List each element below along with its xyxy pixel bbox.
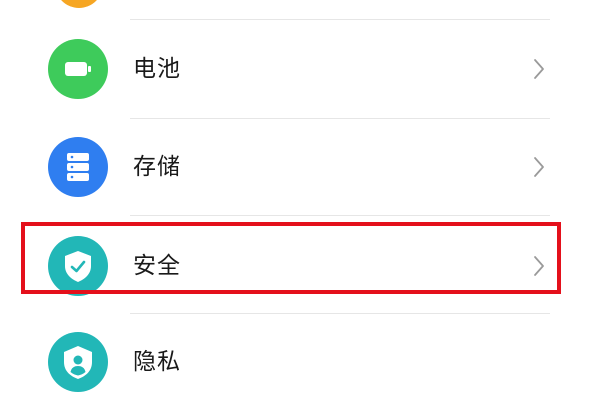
settings-item-battery[interactable]: 电池 xyxy=(0,20,597,116)
settings-item-label: 隐私 xyxy=(133,349,181,375)
settings-item-security[interactable]: 安全 xyxy=(0,216,597,312)
settings-list: 电池 存储 安全 隐私 xyxy=(0,0,597,402)
settings-item-label: 电池 xyxy=(133,56,181,82)
chevron-right-icon xyxy=(531,156,547,178)
privacy-icon xyxy=(48,332,108,392)
battery-icon xyxy=(48,39,108,99)
shield-check-icon xyxy=(48,236,108,296)
settings-item-label: 存储 xyxy=(133,154,181,180)
chevron-right-icon xyxy=(531,255,547,277)
storage-icon xyxy=(48,137,108,197)
settings-item-storage[interactable]: 存储 xyxy=(0,119,597,215)
partial-settings-icon xyxy=(55,0,103,8)
chevron-right-icon xyxy=(531,58,547,80)
settings-item-label: 安全 xyxy=(133,253,181,279)
settings-item-privacy[interactable]: 隐私 xyxy=(0,314,597,410)
